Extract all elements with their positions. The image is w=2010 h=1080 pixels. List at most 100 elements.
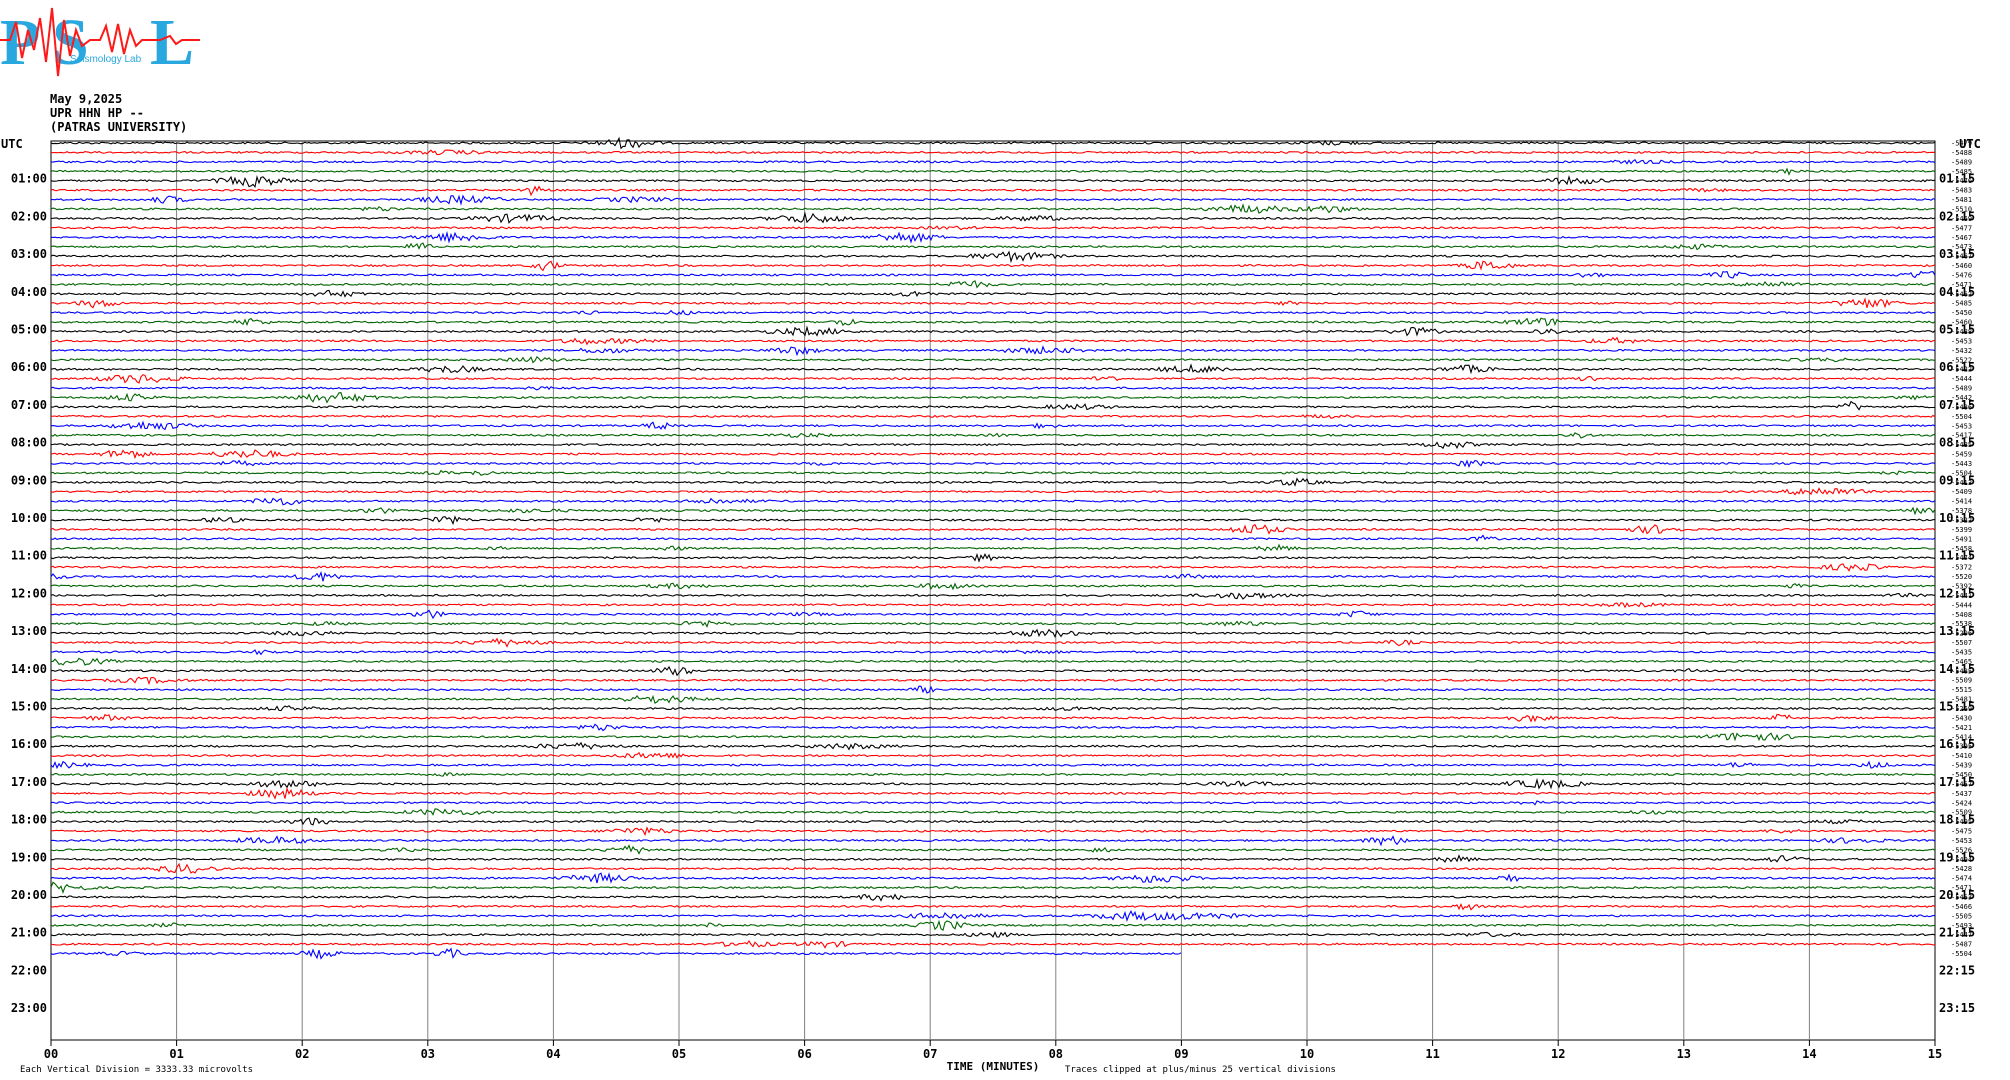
hour-label-left: 19:00	[11, 850, 47, 864]
seismic-trace	[51, 657, 1935, 666]
seismic-trace	[50, 374, 1936, 384]
x-axis-label: TIME (MINUTES)	[947, 1060, 1040, 1073]
seismic-trace	[50, 345, 1936, 357]
trace-offset-label: -5469	[1951, 215, 1972, 223]
hour-label-left: 06:00	[11, 360, 47, 374]
x-tick-label: 03	[421, 1047, 435, 1061]
trace-offset-label: -5409	[1951, 488, 1972, 496]
grid-lines	[50, 140, 1936, 1046]
trace-offset-label: -5460	[1951, 262, 1972, 270]
x-tick-label: 11	[1425, 1047, 1439, 1061]
hour-label-left: 15:00	[11, 700, 47, 714]
seismic-trace	[50, 685, 1935, 694]
seismic-trace	[50, 487, 1936, 496]
trace-offset-label: -5413	[1951, 479, 1972, 487]
x-tick-label: 12	[1551, 1047, 1565, 1061]
trace-offset-label: -5296	[1951, 630, 1972, 638]
trace-offset-label: -5476	[1951, 271, 1972, 279]
seismic-trace	[50, 741, 1936, 751]
seismic-trace	[50, 705, 1936, 712]
hour-label-left: 05:00	[11, 323, 47, 337]
seismic-trace	[50, 477, 1936, 487]
seismic-trace	[50, 242, 1936, 251]
trace-offset-label: -5408	[1951, 611, 1972, 619]
hour-label-right: 23:15	[1939, 1001, 1975, 1015]
trace-offset-label: -5372	[1951, 564, 1972, 572]
seismic-trace	[50, 835, 1936, 847]
seismic-trace	[50, 250, 1936, 264]
trace-offset-label: -5504	[1951, 950, 1972, 958]
seismic-trace	[50, 665, 1936, 677]
seismic-trace	[50, 449, 1936, 460]
seismic-trace	[50, 893, 1936, 902]
trace-offset-label: -5489	[1951, 158, 1972, 166]
trace-offset-label: -5444	[1951, 375, 1972, 383]
trace-offset-label: -5509	[1951, 677, 1972, 685]
seismic-trace	[50, 800, 1936, 806]
seismic-trace	[50, 786, 1936, 800]
x-tick-label: 08	[1049, 1047, 1063, 1061]
trace-offset-label: -5467	[1951, 234, 1972, 242]
hour-label-left: 13:00	[11, 624, 47, 638]
trace-offset-label: -5507	[1951, 639, 1972, 647]
seismic-trace	[51, 309, 1936, 316]
seismic-trace	[50, 601, 1936, 609]
hour-label-left: 04:00	[11, 285, 47, 299]
seismic-trace	[50, 628, 1936, 639]
trace-offset-label: -5538	[1951, 620, 1972, 628]
trace-offset-label: -5481	[1951, 696, 1972, 704]
seismic-trace	[50, 167, 1936, 176]
hour-label-left: 22:00	[11, 963, 47, 977]
trace-offset-label: -5447	[1951, 931, 1972, 939]
trace-offset-label: -5443	[1951, 460, 1972, 468]
seismic-trace	[50, 385, 1936, 391]
trace-offset-label: -5322	[1951, 517, 1972, 525]
trace-offset-label: -5444	[1951, 601, 1972, 609]
seismic-trace	[50, 723, 1936, 732]
trace-offset-label: -5442	[1951, 394, 1972, 402]
hour-label-left: 11:00	[11, 549, 47, 563]
trace-offset-label: -5453	[1951, 337, 1972, 345]
seismic-trace	[50, 931, 1936, 938]
hour-label-left: 18:00	[11, 813, 47, 827]
seismic-trace	[50, 919, 1936, 931]
seismic-trace	[50, 136, 1936, 150]
seismic-trace	[50, 582, 1936, 591]
seismic-trace	[50, 523, 1936, 535]
seismic-trace	[50, 336, 1936, 346]
seismic-trace	[50, 413, 1936, 419]
trace-offset-label: -5432	[1951, 347, 1972, 355]
seismic-trace	[50, 777, 1936, 790]
seismic-trace	[50, 230, 1936, 244]
seismic-trace	[50, 902, 1936, 911]
trace-offset-label: -5494	[1951, 856, 1972, 864]
seismic-trace	[50, 732, 1936, 742]
x-tick-label: 00	[44, 1047, 58, 1061]
seismic-trace	[50, 432, 1936, 439]
trace-offset-label: -5509	[1951, 809, 1972, 817]
trace-offset-label: -5504	[1951, 413, 1972, 421]
helicorder-plot: 00 01 02 03 04 05 06 07 08 09 10 11 12 13 14 15 TIME (MI…	[1, 136, 1981, 1073]
hour-label-left: 20:00	[11, 888, 47, 902]
trace-offset-label: -5462	[1951, 290, 1972, 298]
seismic-trace	[50, 619, 1936, 628]
hour-label-left: 16:00	[11, 737, 47, 751]
trace-offset-label: -5465	[1951, 658, 1972, 666]
trace-offset-label: -5269	[1951, 705, 1972, 713]
trace-offset-label: -5481	[1951, 196, 1972, 204]
trace-offset-label: -5474	[1951, 875, 1972, 883]
x-tick-label: 10	[1300, 1047, 1314, 1061]
trace-offset-label: -5526	[1951, 846, 1972, 854]
trace-offset-label: -5520	[1951, 573, 1972, 581]
trace-offset-label: -5489	[1951, 385, 1972, 393]
trace-offset-label: -5435	[1951, 648, 1972, 656]
seismic-trace	[50, 760, 1936, 770]
x-tick-label: 02	[295, 1047, 309, 1061]
seismic-trace	[50, 939, 1936, 949]
seismic-trace	[50, 817, 1936, 826]
hour-label-right: 22:15	[1939, 963, 1975, 977]
trace-offset-label: -5458	[1951, 545, 1972, 553]
trace-offset-label: -5453	[1951, 837, 1972, 845]
seismic-trace	[50, 356, 1936, 364]
seismic-trace	[50, 400, 1936, 411]
